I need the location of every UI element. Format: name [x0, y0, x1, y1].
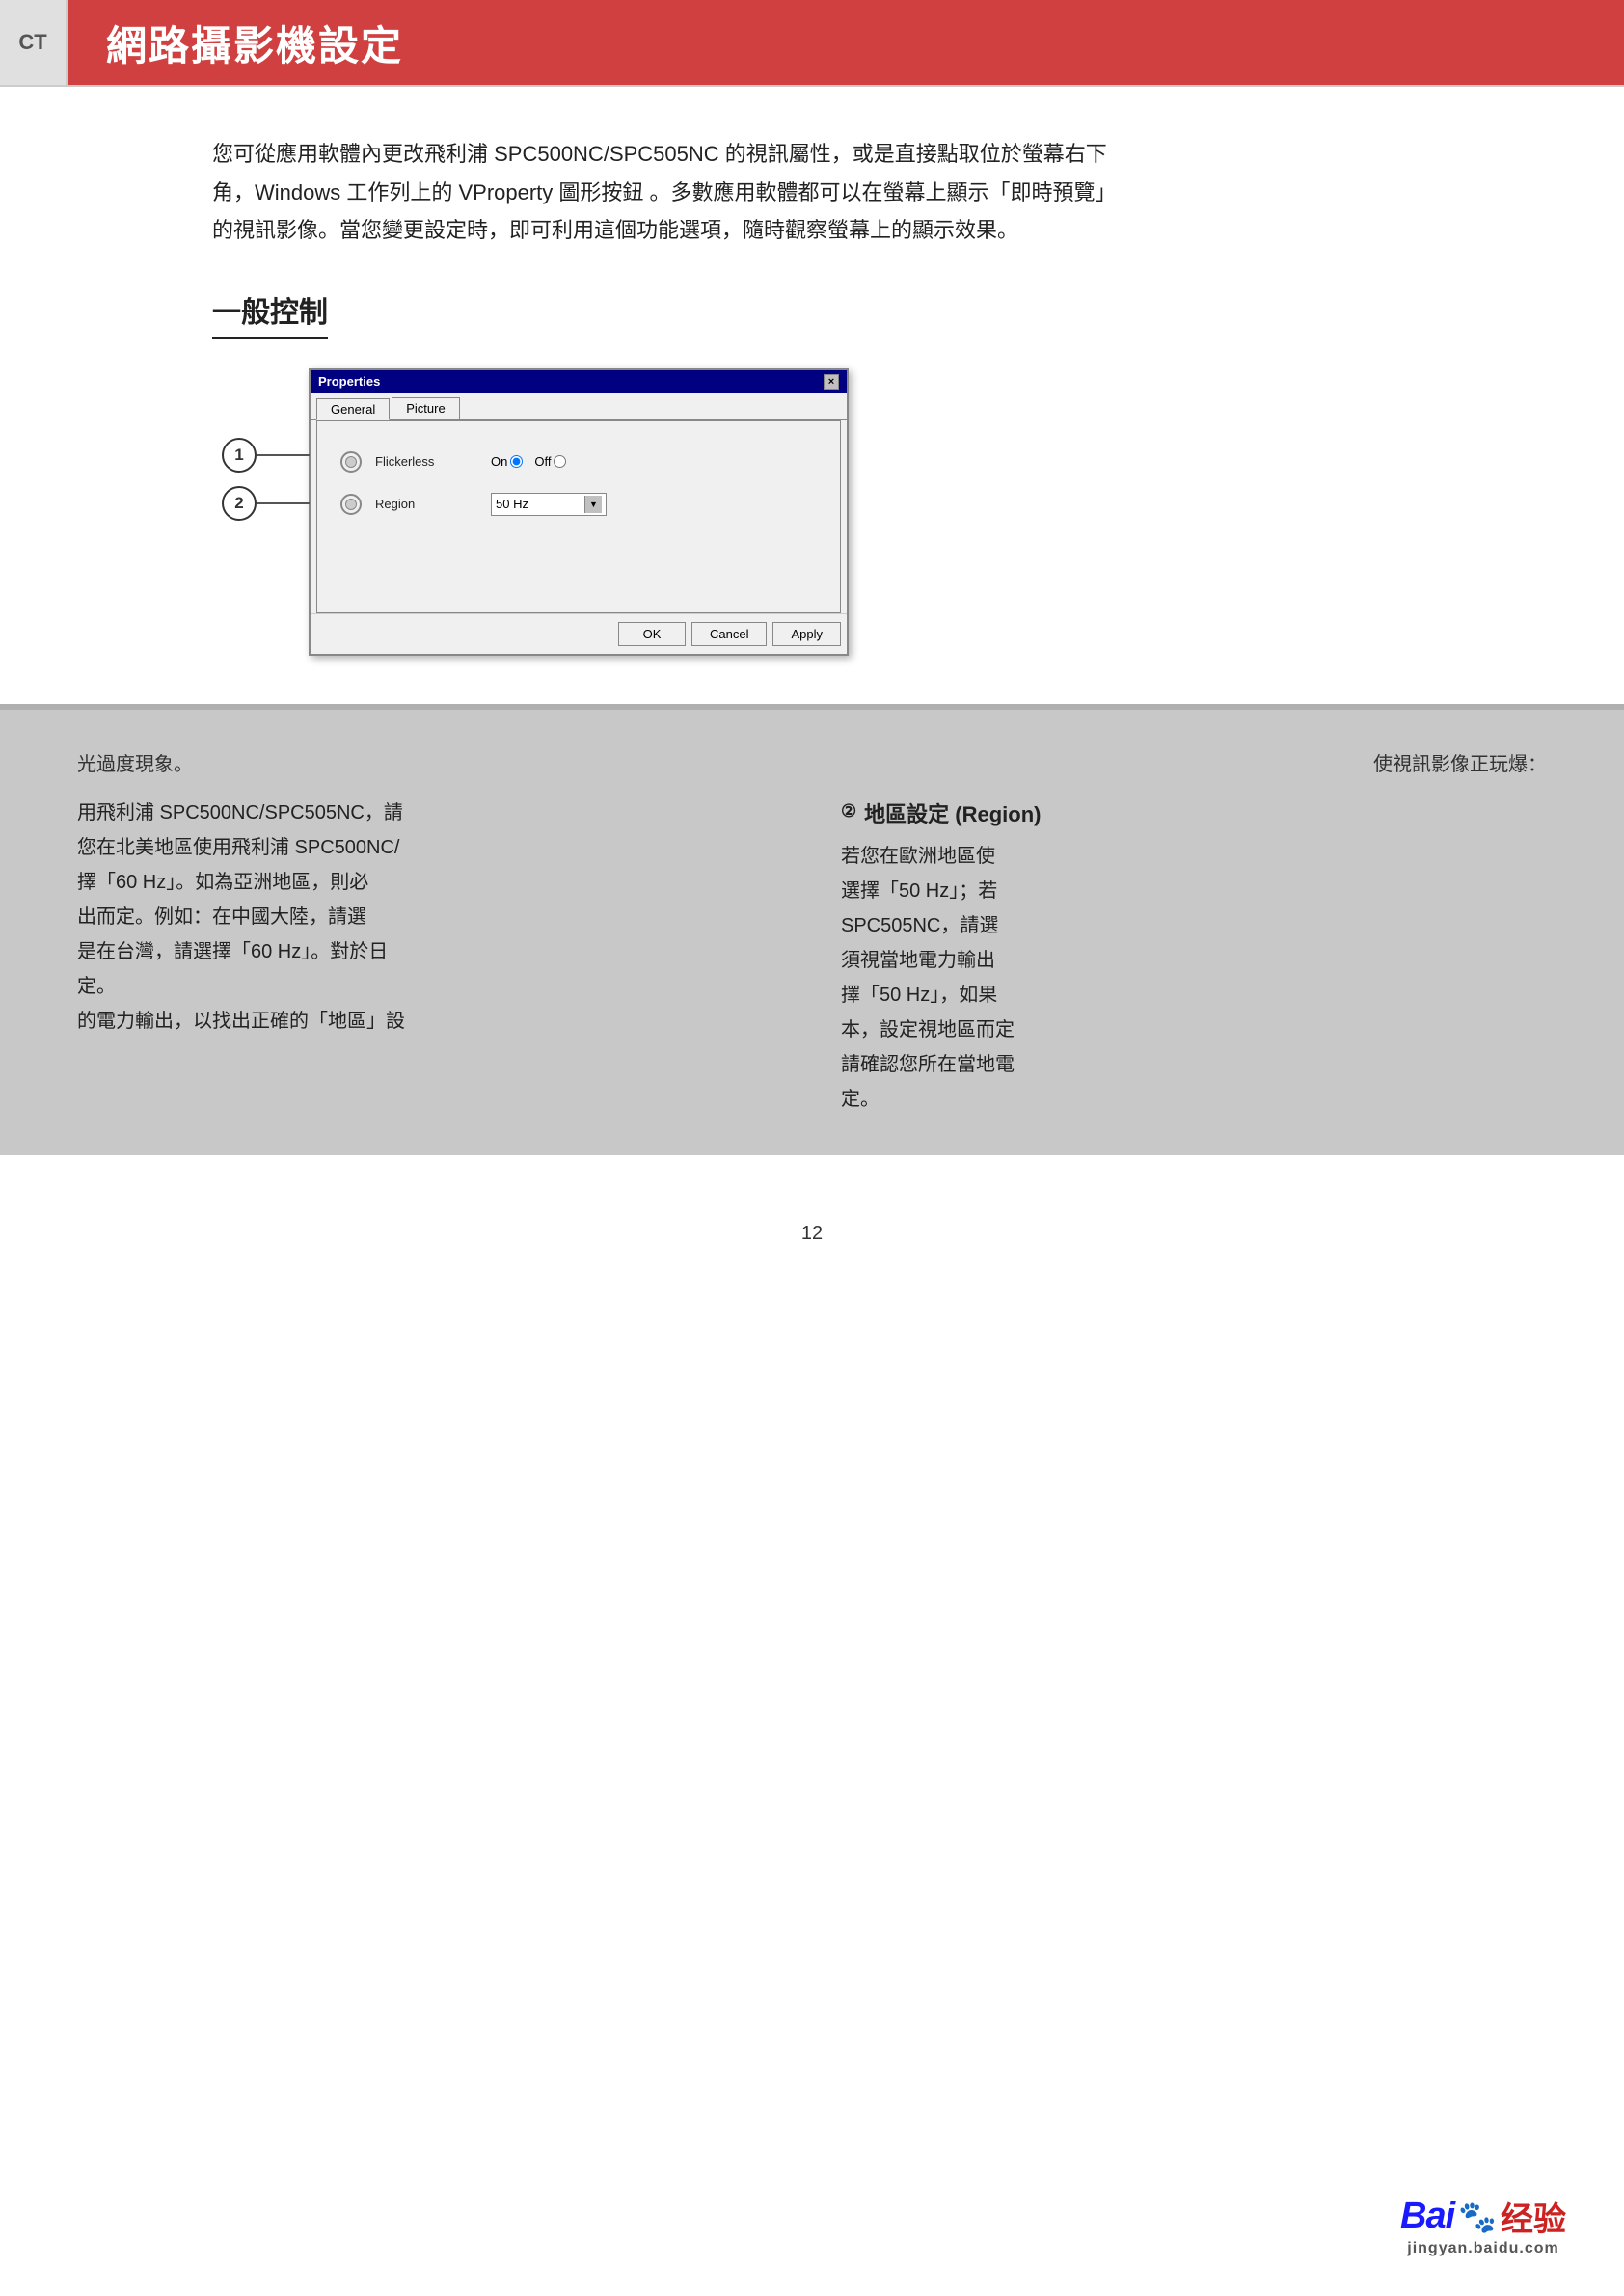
gray-band-right: ② 地區設定 (Region) 若您在歐洲地區使 選擇「50 Hz」；若 SPC…: [841, 796, 1547, 1118]
baidu-logo-main: Bai 🐾 经验: [1400, 2193, 1566, 2240]
properties-dialog: Properties × General Picture: [309, 368, 849, 656]
apply-button[interactable]: Apply: [772, 622, 841, 646]
annotation-line-1: [257, 454, 310, 456]
page-header: CT 網路攝影機設定: [0, 0, 1624, 87]
region-section-num: ②: [841, 796, 856, 826]
dialog-body: Flickerless On Off: [316, 420, 841, 613]
flickerless-on-radio[interactable]: [510, 455, 523, 468]
page-title: 網路攝影機設定: [106, 14, 403, 72]
flickerless-icon: [337, 450, 365, 473]
ct-label: CT: [0, 0, 68, 85]
intro-paragraph: 您可從應用軟體內更改飛利浦 SPC500NC/SPC505NC 的視訊屬性，或是…: [212, 135, 1128, 250]
icon-circle-2: [340, 494, 362, 515]
section-title: 一般控制: [212, 288, 328, 339]
region-controls: 50 Hz ▼: [491, 493, 607, 516]
region-dropdown-value: 50 Hz: [496, 497, 584, 511]
baidu-watermark: Bai 🐾 经验 jingyan.baidu.com: [1400, 2193, 1566, 2257]
gray-top-left: 光過度現象。: [77, 748, 193, 776]
dialog-close-button[interactable]: ×: [824, 374, 839, 390]
ok-button[interactable]: OK: [618, 622, 686, 646]
icon-circle-inner: [345, 456, 357, 468]
region-dropdown[interactable]: 50 Hz ▼: [491, 493, 607, 516]
flickerless-controls: On Off: [491, 454, 566, 469]
cancel-button[interactable]: Cancel: [691, 622, 767, 646]
annotation-1: 1: [222, 438, 310, 473]
region-label: Region: [375, 497, 491, 511]
annotation-2: 2: [222, 486, 310, 521]
gray-top-right: 使視訊影像正玩爆：: [1373, 748, 1547, 776]
bottom-content: 12: [0, 1155, 1624, 1637]
dialog-title: Properties: [318, 374, 380, 389]
tab-general[interactable]: General: [316, 398, 390, 420]
baidu-paw-icon: 🐾: [1458, 2199, 1497, 2235]
baidu-logo-text: Bai: [1400, 2196, 1454, 2237]
flickerless-row: Flickerless On Off: [337, 450, 821, 473]
baidu-sub-text: jingyan.baidu.com: [1407, 2240, 1558, 2257]
flickerless-label: Flickerless: [375, 454, 491, 469]
flickerless-off-option[interactable]: Off: [534, 454, 566, 469]
dialog-titlebar: Properties ×: [311, 370, 847, 393]
icon-circle: [340, 451, 362, 473]
region-section-heading: 地區設定 (Region): [864, 796, 1041, 834]
flickerless-on-option[interactable]: On: [491, 454, 523, 469]
gray-band-left: 用飛利浦 SPC500NC/SPC505NC，請 您在北美地區使用飛利浦 SPC…: [77, 796, 783, 1118]
gray-band: 光過度現象。 使視訊影像正玩爆： 用飛利浦 SPC500NC/SPC505NC，…: [0, 710, 1624, 1156]
dialog-footer: OK Cancel Apply: [311, 613, 847, 654]
tab-picture[interactable]: Picture: [392, 397, 459, 419]
annotation-line-2: [257, 502, 310, 504]
header-title-bar: 網路攝影機設定: [68, 0, 1624, 85]
icon-circle-inner-2: [345, 499, 357, 510]
page-number: 12: [77, 1223, 1547, 1245]
flickerless-off-radio[interactable]: [554, 455, 566, 468]
dialog-area: 1 2 Properties × General Pict: [212, 368, 1547, 656]
baidu-du-text: 经验: [1501, 2193, 1566, 2240]
annotation-circle-2: 2: [222, 486, 257, 521]
region-icon: [337, 493, 365, 516]
dialog-tabs: General Picture: [311, 393, 847, 420]
annotation-circle-1: 1: [222, 438, 257, 473]
main-content: 您可從應用軟體內更改飛利浦 SPC500NC/SPC505NC 的視訊屬性，或是…: [0, 87, 1624, 704]
region-row: Region 50 Hz ▼: [337, 493, 821, 516]
dropdown-arrow-icon[interactable]: ▼: [584, 496, 602, 513]
